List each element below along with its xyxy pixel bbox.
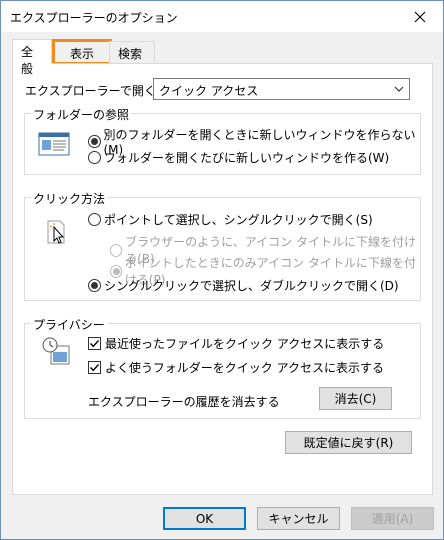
chevron-down-icon	[394, 86, 404, 92]
radio-new-window[interactable]: フォルダーを開くたびに新しいウィンドウを作る(W)	[88, 149, 389, 166]
folder-browse-group: フォルダーの参照 別のフォルダーを開くときに新しいウィンドウを作らない(M) フ…	[24, 106, 421, 175]
title-bar[interactable]: エクスプローラーのオプション	[1, 1, 443, 32]
ok-label: OK	[195, 511, 214, 526]
checkbox-frequent-folders-label: よく使うフォルダーをクイック アクセスに表示する	[105, 361, 384, 375]
open-in-value: クイック アクセス	[159, 84, 259, 98]
window-title: エクスプローラーのオプション	[10, 11, 178, 25]
tab-view-label: 表示	[69, 47, 94, 61]
checkbox-recent-files-label: 最近使ったファイルをクイック アクセスに表示する	[105, 337, 385, 351]
checkbox-box	[88, 337, 101, 350]
clear-history-button-label: 消去(C)	[334, 392, 377, 406]
folder-browse-title: フォルダーの参照	[31, 106, 132, 123]
close-button[interactable]	[397, 1, 443, 32]
radio-dot	[88, 151, 101, 164]
tab-search[interactable]: 検索	[109, 41, 155, 63]
tab-general[interactable]: 全般	[12, 39, 52, 76]
radio-double-click-label: シングルクリックで選択し、ダブルクリックで開く(D)	[104, 279, 399, 293]
radio-new-window-label: フォルダーを開くたびに新しいウィンドウを作る(W)	[104, 151, 390, 165]
checkmark-icon	[90, 364, 100, 372]
click-method-title: クリック方法	[31, 190, 108, 207]
cursor-click-icon	[47, 220, 65, 244]
privacy-group: プライバシー 最近使ったファイルをクイック アクセスに表示する よく使うフォルダ…	[24, 316, 421, 419]
radio-dot	[88, 135, 101, 148]
cancel-label: キャンセル	[268, 512, 329, 526]
close-icon	[414, 11, 426, 22]
radio-dot	[88, 279, 101, 292]
radio-single-click-label: ポイントして選択し、シングルクリックで開く(S)	[104, 213, 373, 227]
clear-history-label: エクスプローラーの履歴を消去する	[88, 395, 280, 409]
options-dialog: エクスプローラーのオプション 全般 表示 検索 エクスプローラーで開く: クイッ…	[0, 0, 444, 540]
restore-defaults-button[interactable]: 既定値に戻す(R)	[285, 431, 412, 454]
radio-double-click[interactable]: シングルクリックで選択し、ダブルクリックで開く(D)	[88, 277, 399, 294]
privacy-title: プライバシー	[31, 316, 107, 333]
tab-general-label: 全般	[21, 45, 34, 76]
checkbox-frequent-folders[interactable]: よく使うフォルダーをクイック アクセスに表示する	[88, 359, 384, 376]
cancel-button[interactable]: キャンセル	[257, 507, 340, 530]
checkbox-recent-files[interactable]: 最近使ったファイルをクイック アクセスに表示する	[88, 335, 384, 352]
ok-button[interactable]: OK	[163, 507, 246, 530]
clear-history-button[interactable]: 消去(C)	[319, 387, 392, 410]
tab-view[interactable]: 表示	[52, 39, 112, 65]
checkmark-icon	[90, 340, 100, 348]
tab-search-label: 検索	[118, 47, 143, 61]
window-layout-icon	[38, 132, 70, 156]
radio-dot	[88, 213, 101, 226]
apply-label: 適用(A)	[371, 512, 414, 526]
tab-panel: エクスプローラーで開く: クイック アクセス フォルダーの参照 別のフォルダーを…	[12, 63, 433, 495]
radio-dot	[110, 264, 122, 278]
restore-defaults-label: 既定値に戻す(R)	[303, 436, 394, 450]
click-method-group: クリック方法 ポイントして選択し、シングルクリックで開く(S) ブラウザーのよう…	[24, 190, 421, 301]
open-in-label: エクスプローラーで開く:	[25, 84, 160, 98]
checkbox-box	[88, 361, 101, 374]
open-in-dropdown[interactable]: クイック アクセス	[153, 78, 410, 100]
radio-single-click[interactable]: ポイントして選択し、シングルクリックで開く(S)	[88, 211, 373, 228]
clock-document-icon	[42, 337, 70, 365]
apply-button[interactable]: 適用(A)	[351, 507, 434, 530]
